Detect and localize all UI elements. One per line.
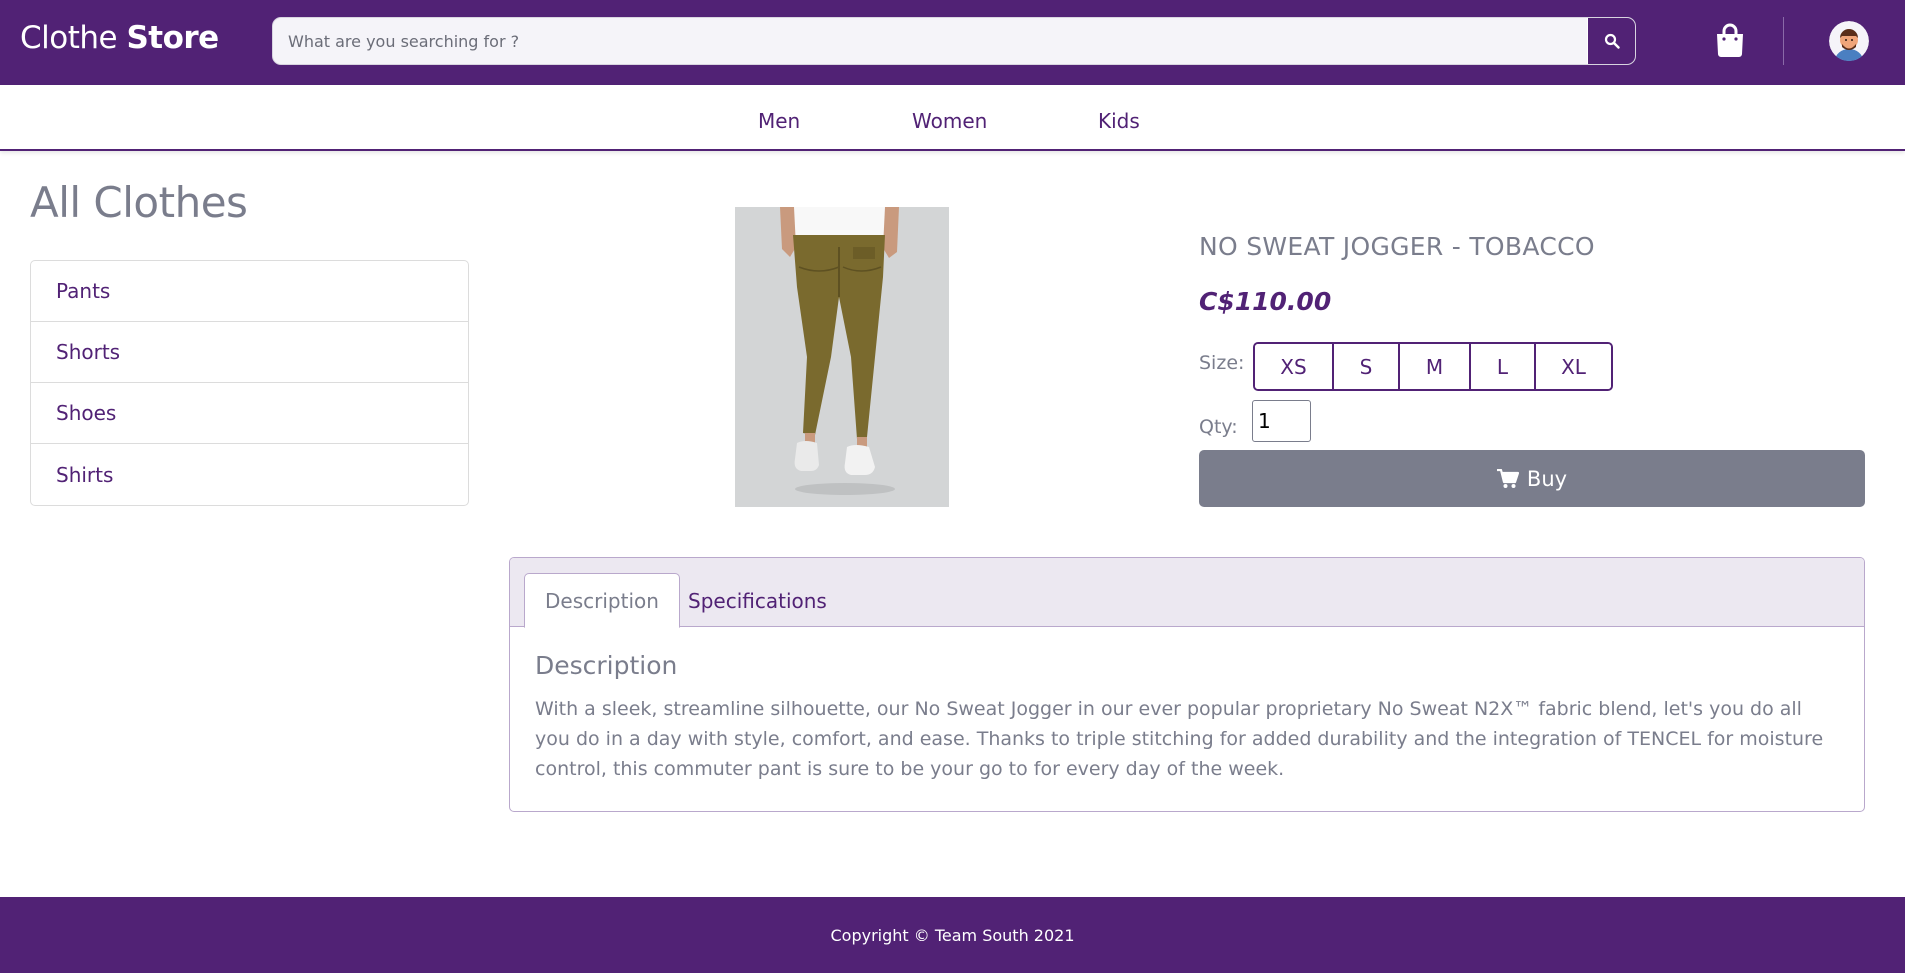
size-label: Size: (1199, 352, 1245, 374)
search-bar (272, 17, 1636, 65)
category-item-shorts[interactable]: Shorts (31, 322, 468, 383)
size-selector: XS S M L XL (1253, 342, 1613, 391)
page-footer: Copyright © Team South 2021 (0, 897, 1905, 973)
category-item-shirts[interactable]: Shirts (31, 444, 468, 505)
search-input[interactable] (273, 18, 1587, 64)
sidebar-title: All Clothes (30, 178, 248, 227)
tab-specifications[interactable]: Specifications (668, 573, 847, 628)
tabs-header: Description Specifications (510, 558, 1864, 628)
product-title: NO SWEAT JOGGER - TOBACCO (1199, 232, 1595, 261)
quantity-input[interactable] (1252, 400, 1311, 442)
brand-name-light: Clothe (20, 20, 127, 56)
product-info-tabs: Description Specifications Description W… (509, 557, 1865, 812)
size-option-xs[interactable]: XS (1255, 344, 1334, 389)
nav-item-kids[interactable]: Kids (1098, 109, 1140, 133)
category-nav: Men Women Kids (0, 85, 1905, 151)
category-list: Pants Shorts Shoes Shirts (30, 260, 469, 506)
size-option-s[interactable]: S (1334, 344, 1400, 389)
shopping-cart-icon (1496, 468, 1519, 488)
product-price: C$110.00 (1199, 287, 1332, 316)
top-header: Clothe Store (0, 0, 1905, 85)
tab-content: Description With a sleek, streamline sil… (510, 627, 1864, 808)
category-item-shoes[interactable]: Shoes (31, 383, 468, 444)
nav-item-men[interactable]: Men (758, 109, 800, 133)
shopping-bag-icon[interactable] (1714, 22, 1746, 58)
category-item-pants[interactable]: Pants (31, 261, 468, 322)
product-image (735, 207, 949, 507)
nav-item-women[interactable]: Women (912, 109, 987, 133)
size-option-xl[interactable]: XL (1536, 344, 1611, 389)
search-button[interactable] (1587, 18, 1635, 64)
footer-copyright: Copyright © Team South 2021 (830, 925, 1075, 945)
size-option-m[interactable]: M (1400, 344, 1471, 389)
brand-name-bold: Store (126, 20, 219, 56)
user-avatar-icon[interactable] (1829, 21, 1869, 61)
buy-button-label: Buy (1526, 466, 1568, 491)
header-divider (1783, 17, 1784, 65)
size-option-l[interactable]: L (1471, 344, 1536, 389)
qty-label: Qty: (1199, 416, 1238, 438)
tab-description[interactable]: Description (524, 573, 680, 628)
search-icon (1604, 33, 1620, 49)
buy-button[interactable]: Buy (1199, 450, 1865, 507)
brand-logo[interactable]: Clothe Store (20, 20, 219, 56)
tab-content-heading: Description (535, 651, 678, 680)
product-description: With a sleek, streamline silhouette, our… (535, 698, 1824, 780)
